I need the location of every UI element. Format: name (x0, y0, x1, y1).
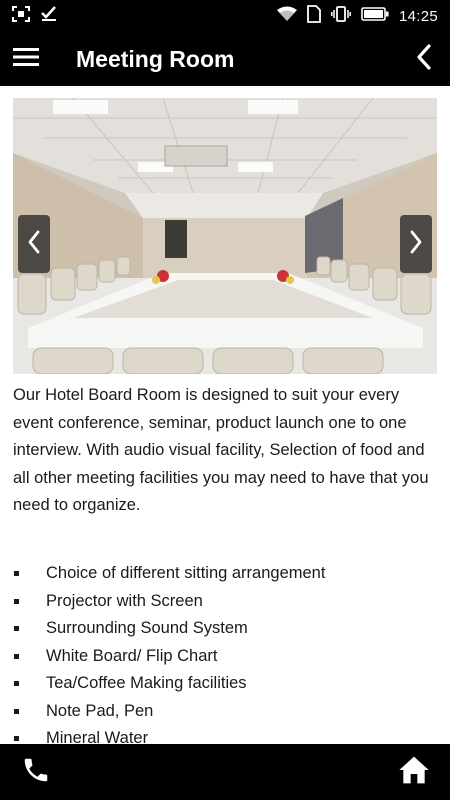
list-item: Surrounding Sound System (13, 615, 437, 643)
list-item-label: Mineral Water (46, 729, 149, 744)
image-carousel[interactable] (13, 98, 437, 374)
bullet-icon (14, 708, 19, 714)
list-item-label: Surrounding Sound System (46, 619, 248, 638)
wifi-icon (276, 6, 297, 26)
room-description: Our Hotel Board Room is designed to suit… (13, 386, 429, 514)
call-button[interactable] (18, 754, 54, 790)
status-bar-left (12, 6, 58, 26)
carousel-prev-button[interactable] (18, 215, 50, 273)
chevron-left-icon (27, 230, 41, 259)
bullet-icon (14, 598, 19, 604)
status-bar: 14:25 (0, 0, 450, 32)
bullet-icon (14, 681, 19, 687)
list-item-label: Projector with Screen (46, 591, 203, 610)
vibrate-icon (331, 6, 351, 26)
bullet-icon (14, 571, 19, 577)
bullet-icon (14, 653, 19, 659)
list-item: Tea/Coffee Making facilities (13, 670, 437, 698)
back-button[interactable] (400, 32, 448, 86)
carousel-next-button[interactable] (400, 215, 432, 273)
status-bar-right: 14:25 (276, 5, 438, 27)
menu-button[interactable] (2, 32, 50, 86)
status-time: 14:25 (398, 7, 438, 25)
list-item: Choice of different sitting arrangement (13, 560, 437, 588)
list-item: Note Pad, Pen (13, 698, 437, 726)
list-item-label: Choice of different sitting arrangement (46, 564, 326, 583)
list-item-label: Note Pad, Pen (46, 701, 154, 720)
chevron-left-icon (416, 43, 432, 75)
list-item-label: White Board/ Flip Chart (46, 646, 218, 665)
home-button[interactable] (396, 754, 432, 790)
content-area[interactable]: Our Hotel Board Room is designed to suit… (0, 86, 450, 744)
list-item: Mineral Water (13, 725, 437, 744)
bullet-icon (14, 736, 19, 742)
list-item: Projector with Screen (13, 588, 437, 616)
features-list: Choice of different sitting arrangement … (13, 560, 437, 744)
list-item-label: Tea/Coffee Making facilities (46, 674, 247, 693)
battery-icon (361, 7, 389, 25)
page-title: Meeting Room (76, 45, 235, 72)
chevron-right-icon (409, 230, 423, 259)
meeting-room-photo (13, 98, 437, 374)
check-icon (40, 6, 58, 26)
bottom-bar (0, 744, 450, 800)
sim-icon (307, 5, 321, 27)
bullet-icon (14, 626, 19, 632)
list-item: White Board/ Flip Chart (13, 643, 437, 671)
home-icon (398, 755, 430, 790)
phone-icon (21, 755, 51, 790)
screenshot-icon (12, 6, 30, 26)
app-bar: Meeting Room (0, 32, 450, 86)
hamburger-menu-icon (13, 47, 39, 72)
